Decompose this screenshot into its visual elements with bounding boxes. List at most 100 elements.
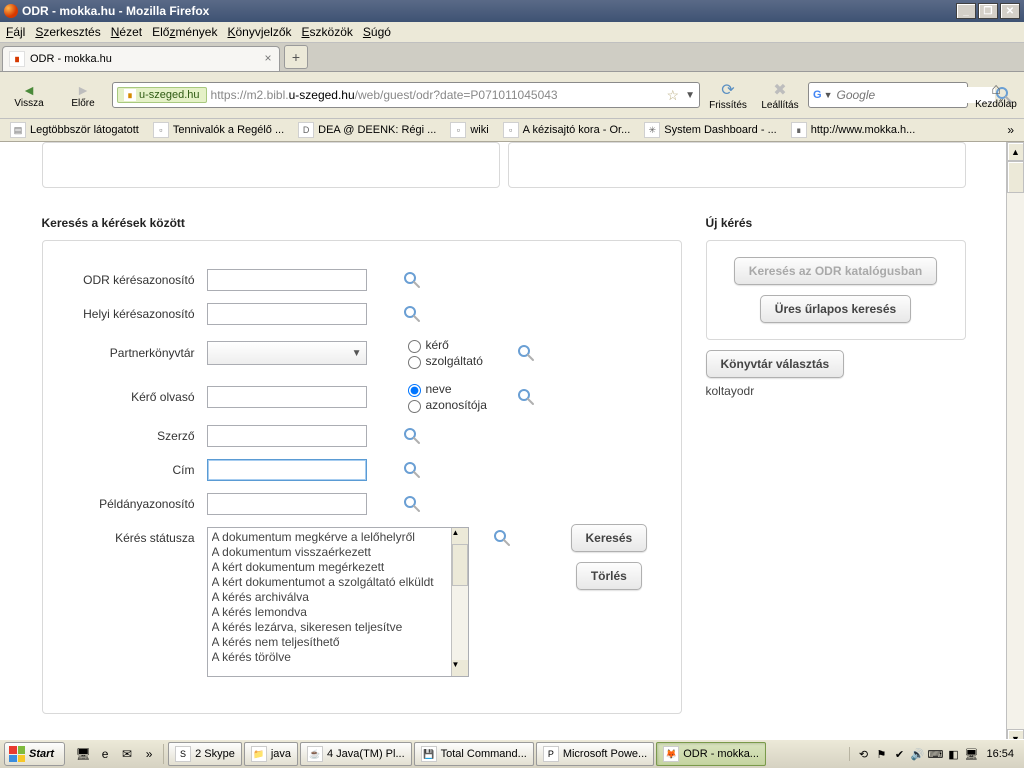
search-engine-dropdown-icon[interactable]: ▼ [824,90,833,100]
page-icon: ▫ [153,122,169,138]
forward-button[interactable]: ► Előre [58,75,108,115]
input-local-id[interactable] [207,303,367,325]
bookmarks-overflow-icon[interactable]: » [1001,123,1020,137]
tray-icon-4[interactable]: 🔊 [910,747,924,761]
tray-icon-1[interactable]: ⟲ [856,747,870,761]
tab-favicon-icon: ∎ [9,51,25,67]
tray-clock[interactable]: 16:54 [982,748,1018,760]
tray-icon-5[interactable]: ⌨ [928,747,942,761]
bookmark-1[interactable]: ▫Tennivalók a Regélő ... [147,120,290,140]
input-title[interactable] [207,459,367,481]
start-button[interactable]: Start [4,742,65,766]
tab-current[interactable]: ∎ ODR - mokka.hu × [2,46,280,71]
radio-partner-provider[interactable]: szolgáltató [403,353,513,369]
menu-file[interactable]: Fájl [6,25,25,39]
lookup-reader-icon[interactable] [517,388,535,406]
tab-close-icon[interactable]: × [261,51,275,65]
input-reader[interactable] [207,386,367,408]
radio-reader-name[interactable]: neve [403,381,513,397]
url-dropdown-icon[interactable]: ▼ [685,90,695,101]
new-tab-button[interactable]: + [284,45,308,69]
site-identity[interactable]: ∎ u-szeged.hu [117,87,207,103]
tray-icon-3[interactable]: ✔ [892,747,906,761]
bookmark-3[interactable]: ▫wiki [444,120,494,140]
clear-button[interactable]: Törlés [576,562,642,590]
page-scroll-thumb[interactable] [1007,161,1024,193]
url-bar[interactable]: ∎ u-szeged.hu https://m2.bibl.u-szeged.h… [112,82,700,108]
search-button[interactable]: Keresés [571,524,648,552]
scroll-up-icon[interactable]: ▲ [452,528,468,544]
bookmark-5[interactable]: ✳System Dashboard - ... [638,120,783,140]
bookmark-6[interactable]: ∎http://www.mokka.h... [785,120,922,140]
lookup-odr-id-icon[interactable] [403,271,421,289]
choose-library-button[interactable]: Könyvtár választás [706,350,845,378]
radio-partner-requester[interactable]: kérő [403,337,513,353]
close-window-button[interactable]: ✕ [1000,3,1020,19]
bookmark-2[interactable]: DDEA @ DEENK: Régi ... [292,120,442,140]
menu-view[interactable]: Nézet [111,25,142,39]
back-button[interactable]: ◄ Vissza [4,75,54,115]
lookup-item-id-icon[interactable] [403,495,421,513]
search-box[interactable]: G ▼ [808,82,968,108]
task-skype[interactable]: S2 Skype [168,742,242,766]
home-button[interactable]: ⌂ Kezdőlap [972,76,1020,114]
ql-desktop-icon[interactable]: 🖥 [73,744,93,764]
ql-overflow-icon[interactable]: » [139,744,159,764]
reload-button[interactable]: ⟳ Frissítés [704,76,752,114]
tray-icon-2[interactable]: ⚑ [874,747,888,761]
lookup-status-icon[interactable] [493,529,511,547]
label-item-id: Példányazonosító [63,497,203,511]
ql-ie-icon[interactable]: e [95,744,115,764]
search-section-title: Keresés a kérések között [42,216,682,230]
menu-bar: Fájl Szerkesztés Nézet Előzmények Könyvj… [0,22,1024,43]
lookup-author-icon[interactable] [403,427,421,445]
bookmark-most-visited[interactable]: ▤Legtöbbször látogatott [4,120,145,140]
menu-history[interactable]: Előzmények [152,25,217,39]
page-icon: ∎ [791,122,807,138]
page-icon: ▫ [503,122,519,138]
tray-icon-7[interactable]: 🖥 [964,747,978,761]
input-item-id[interactable] [207,493,367,515]
minimize-button[interactable]: _ [956,3,976,19]
menu-help[interactable]: Súgó [363,25,391,39]
scroll-down-icon[interactable]: ▼ [452,660,468,676]
task-java-platform[interactable]: ☕4 Java(TM) Pl... [300,742,412,766]
new-request-title: Új kérés [706,216,966,230]
stop-button[interactable]: ✖ Leállítás [756,76,804,114]
arrow-right-icon: ► [76,82,90,98]
input-odr-id[interactable] [207,269,367,291]
window-title: ODR - mokka.hu - Mozilla Firefox [22,4,954,18]
menu-tools[interactable]: Eszközök [302,25,353,39]
page-scroll-up-icon[interactable]: ▲ [1007,142,1024,161]
page-scrollbar[interactable]: ▲ ▼ [1006,142,1024,748]
taskbar: Start 🖥 e ✉ » S2 Skype 📁java ☕4 Java(TM)… [0,739,1024,768]
tray-icon-6[interactable]: ◧ [946,747,960,761]
new-request-panel: Keresés az ODR katalógusban Üres űrlapos… [706,240,966,340]
label-status: Kérés státusza [63,527,203,545]
lookup-local-id-icon[interactable] [403,305,421,323]
bookmark-4[interactable]: ▫A kézisajtó kora - Or... [497,120,637,140]
chevron-down-icon: ▼ [352,348,362,359]
combo-partner[interactable]: ▼ [207,341,367,365]
menu-edit[interactable]: Szerkesztés [35,25,100,39]
bookmark-star-icon[interactable]: ☆ [667,87,680,104]
blank-form-button[interactable]: Üres űrlapos keresés [760,295,911,323]
scroll-thumb[interactable] [452,544,468,586]
lookup-partner-icon[interactable] [517,344,535,362]
menu-bookmarks[interactable]: Könyvjelzők [227,25,291,39]
tab-label: ODR - mokka.hu [30,53,112,65]
disk-icon: 💾 [421,746,437,762]
task-java-folder[interactable]: 📁java [244,742,298,766]
listbox-status[interactable]: A dokumentum megkérve a lelőhelyről A do… [207,527,469,677]
radio-reader-id[interactable]: azonosítója [403,397,513,413]
catalog-search-button[interactable]: Keresés az ODR katalógusban [734,257,937,285]
lookup-title-icon[interactable] [403,461,421,479]
ql-outlook-icon[interactable]: ✉ [117,744,137,764]
listbox-scrollbar[interactable]: ▲ ▼ [451,528,468,676]
task-powerpoint[interactable]: PMicrosoft Powe... [536,742,654,766]
label-partner: Partnerkönyvtár [63,346,203,360]
task-firefox[interactable]: 🦊ODR - mokka... [656,742,766,766]
restore-button[interactable]: ❐ [978,3,998,19]
task-totalcmd[interactable]: 💾Total Command... [414,742,534,766]
input-author[interactable] [207,425,367,447]
